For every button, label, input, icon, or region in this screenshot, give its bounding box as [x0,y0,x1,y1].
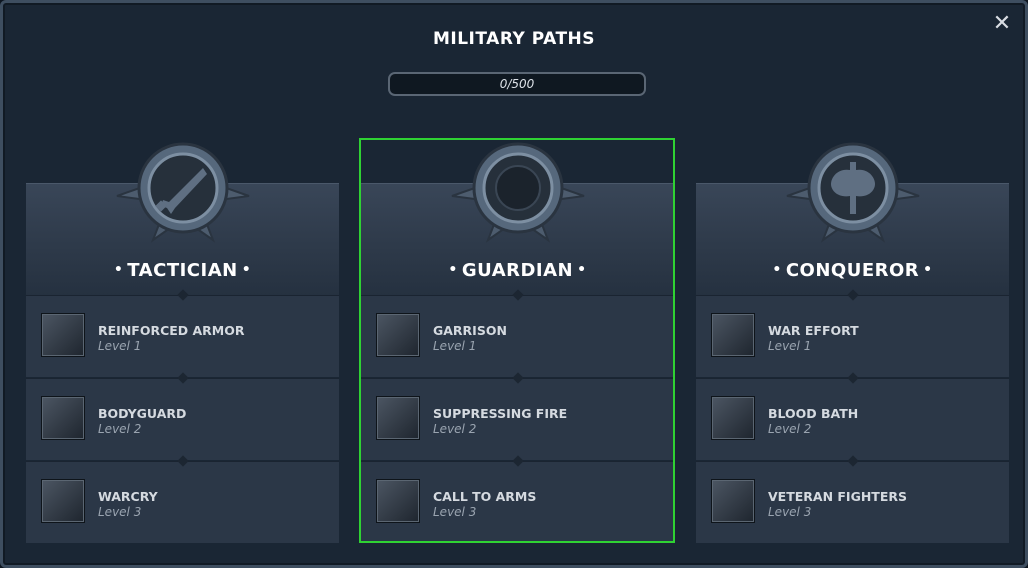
shield-icon [451,142,584,243]
skill-level: Level 2 [98,422,142,436]
arrows-icon [376,396,420,440]
skill-level: Level 3 [433,505,477,519]
path-column-guardian[interactable]: • GUARDIAN • GARRISON Level 1 SUPPRESSING … [361,142,674,543]
skill-name: GARRISON [433,323,507,338]
military-paths-window: ✕ MILITARY PATHS 0/500 • TACTICIAN • REI… [0,0,1028,568]
skill-level: Level 1 [768,339,812,353]
horn-icon [376,479,420,523]
path-name: • GUARDIAN • [448,260,587,281]
skill-level: Level 2 [768,422,812,436]
skill-level: Level 3 [98,505,142,519]
skill-row-suppressing-fire[interactable]: SUPPRESSING FIRE Level 2 [361,372,674,460]
points-progress-bar: 0/500 [388,72,646,96]
path-header: • TACTICIAN • [26,142,339,296]
skill-level: Level 1 [433,339,477,353]
skill-name: BLOOD BATH [768,406,859,421]
anvil-icon [711,313,755,357]
bodyguard-icon [41,396,85,440]
skill-level: Level 3 [768,505,812,519]
axe-icon [786,142,919,243]
skill-level: Level 2 [433,422,477,436]
skill-row-war-effort[interactable]: WAR EFFORT Level 1 [696,289,1009,377]
skill-name: WARCRY [98,489,158,504]
path-column-tactician[interactable]: • TACTICIAN • REINFORCED ARMOR Level 1 BOD… [26,142,339,543]
skill-name: WAR EFFORT [768,323,859,338]
skill-level: Level 1 [98,339,142,353]
skill-name: VETERAN FIGHTERS [768,489,907,504]
path-name: • TACTICIAN • [113,260,252,281]
cleaver-icon [711,396,755,440]
path-header: • CONQUEROR • [696,142,1009,296]
tower-icon [376,313,420,357]
skill-name: CALL TO ARMS [433,489,537,504]
path-column-conqueror[interactable]: • CONQUEROR • WAR EFFORT Level 1 BLOOD BAT… [696,142,1009,543]
skill-row-warcry[interactable]: WARCRY Level 3 [26,455,339,543]
skill-row-veteran-fighters[interactable]: VETERAN FIGHTERS Level 3 [696,455,1009,543]
progress-text: 0/500 [499,77,535,91]
skill-row-garrison[interactable]: GARRISON Level 1 [361,289,674,377]
skill-row-call-to-arms[interactable]: CALL TO ARMS Level 3 [361,455,674,543]
helmet-icon [711,479,755,523]
skill-row-bodyguard[interactable]: BODYGUARD Level 2 [26,372,339,460]
warcry-icon [41,479,85,523]
window-title: MILITARY PATHS [432,29,596,49]
path-header: • GUARDIAN • [361,142,674,296]
skill-row-blood-bath[interactable]: BLOOD BATH Level 2 [696,372,1009,460]
path-name: • CONQUEROR • [772,260,933,281]
skill-name: BODYGUARD [98,406,187,421]
armor-icon [41,313,85,357]
sword-icon [116,142,249,243]
skill-row-reinforced-armor[interactable]: REINFORCED ARMOR Level 1 [26,289,339,377]
skill-name: REINFORCED ARMOR [98,323,245,338]
skill-name: SUPPRESSING FIRE [433,406,568,421]
